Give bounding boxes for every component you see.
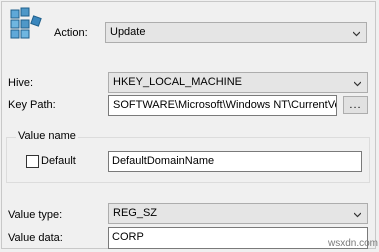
value-name-group-title: Value name [16,130,78,142]
hive-label: Hive: [8,77,34,89]
action-value: Update [110,26,146,38]
registry-cubes-icon [10,7,42,39]
action-label: Action: [54,27,88,39]
value-type-dropdown[interactable]: REG_SZ [108,203,368,224]
watermark-text: wsxdn.com [328,238,379,249]
chevron-down-icon [354,81,361,87]
default-checkbox[interactable] [26,155,39,168]
browse-button[interactable]: ... [343,96,368,114]
action-dropdown[interactable]: Update [105,22,367,43]
hive-value: HKEY_LOCAL_MACHINE [113,76,242,88]
key-path-input[interactable]: SOFTWARE\Microsoft\Windows NT\CurrentVer [108,95,337,116]
hive-dropdown[interactable]: HKEY_LOCAL_MACHINE [108,72,368,93]
default-checkbox-label: Default [41,155,76,167]
value-name-input[interactable]: DefaultDomainName [108,151,362,172]
value-type-value: REG_SZ [113,207,158,219]
key-path-label: Key Path: [8,99,56,111]
value-data-label: Value data: [8,232,63,244]
value-type-label: Value type: [8,209,63,221]
chevron-down-icon [353,31,360,37]
chevron-down-icon [354,212,361,218]
